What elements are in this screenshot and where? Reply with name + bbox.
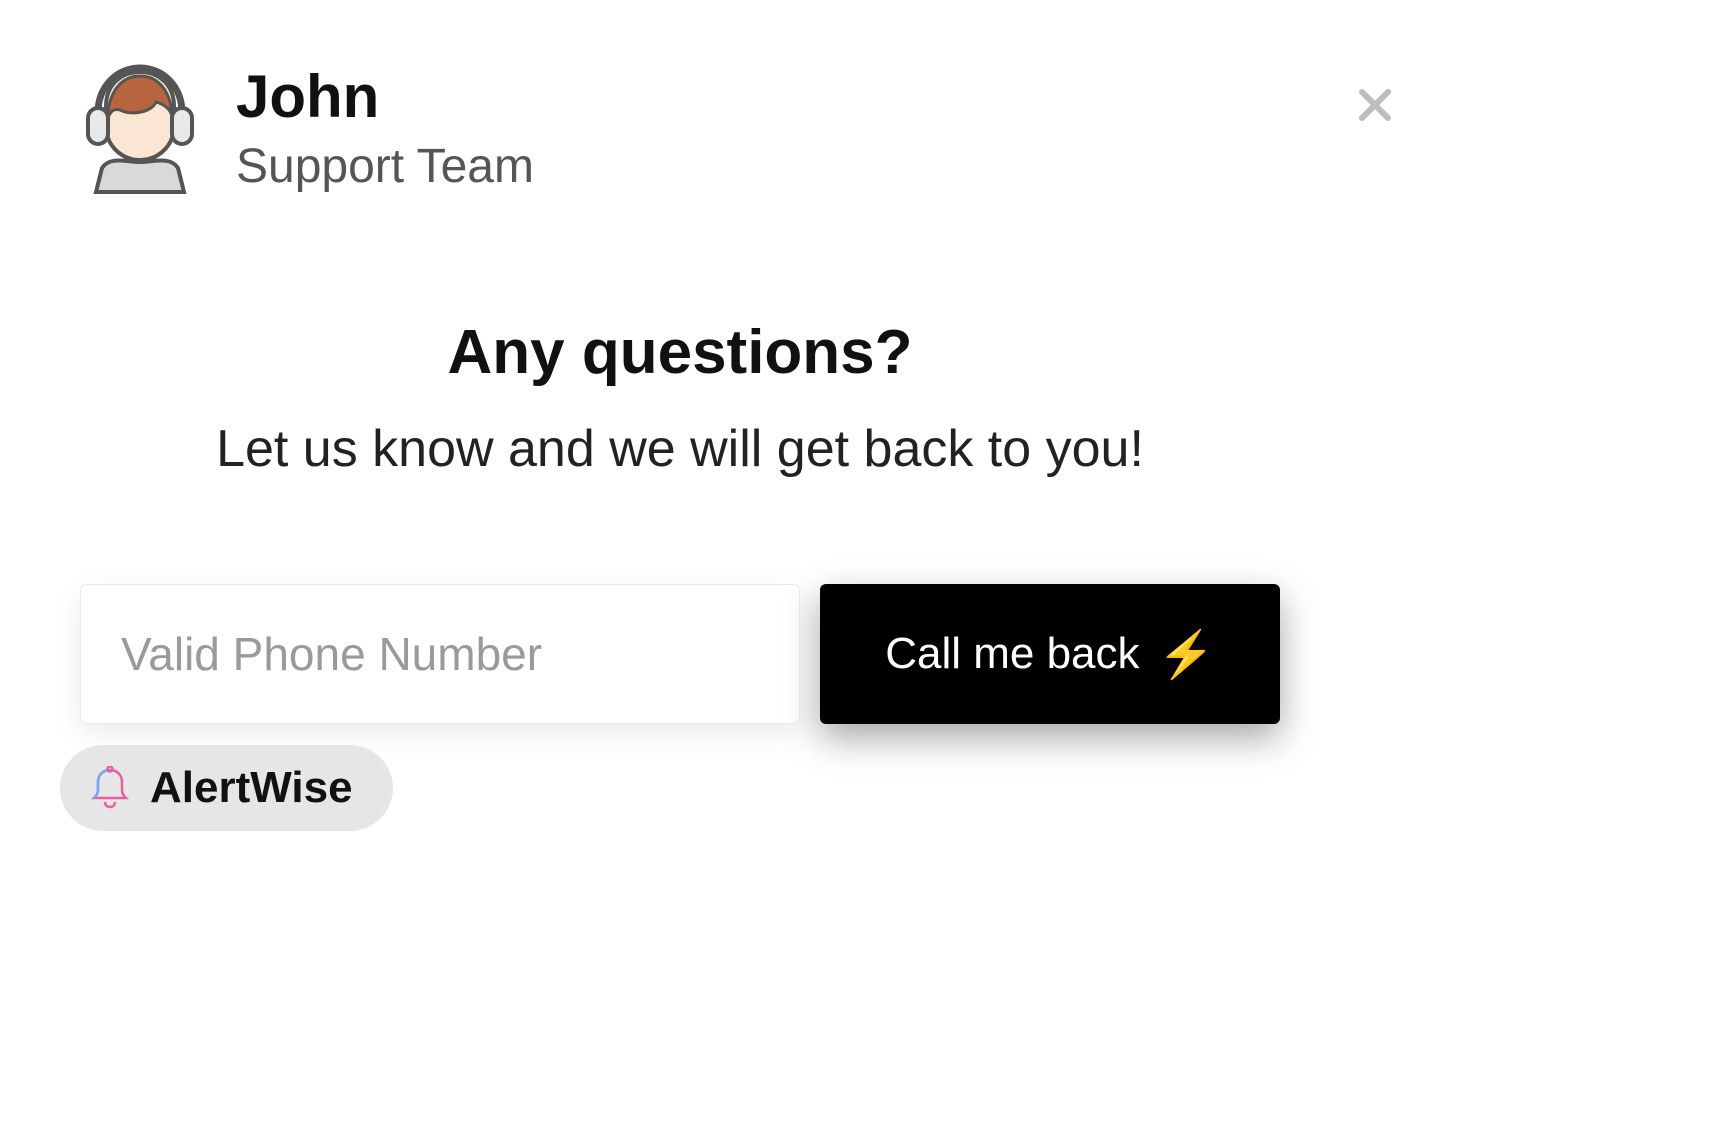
callback-widget: John Support Team Any questions? Let us … <box>80 60 1280 724</box>
message-title: Any questions? <box>100 316 1260 390</box>
callback-form: Call me back ⚡ <box>80 584 1280 724</box>
agent-name: John <box>236 64 534 130</box>
brand-badge[interactable]: AlertWise <box>60 745 393 831</box>
agent-info: John Support Team <box>236 60 534 196</box>
message-subtitle: Let us know and we will get back to you! <box>100 416 1260 484</box>
close-button[interactable] <box>1350 80 1400 130</box>
call-me-back-button[interactable]: Call me back ⚡ <box>820 584 1280 724</box>
close-icon <box>1356 86 1394 124</box>
call-button-label: Call me back <box>885 629 1139 679</box>
bolt-icon: ⚡ <box>1158 631 1215 677</box>
message-block: Any questions? Let us know and we will g… <box>80 316 1280 484</box>
agent-role: Support Team <box>236 138 534 196</box>
brand-name: AlertWise <box>150 763 353 813</box>
phone-input[interactable] <box>80 584 800 724</box>
bell-icon <box>88 766 132 810</box>
widget-header: John Support Team <box>80 60 1280 196</box>
support-agent-avatar-icon <box>80 60 200 195</box>
